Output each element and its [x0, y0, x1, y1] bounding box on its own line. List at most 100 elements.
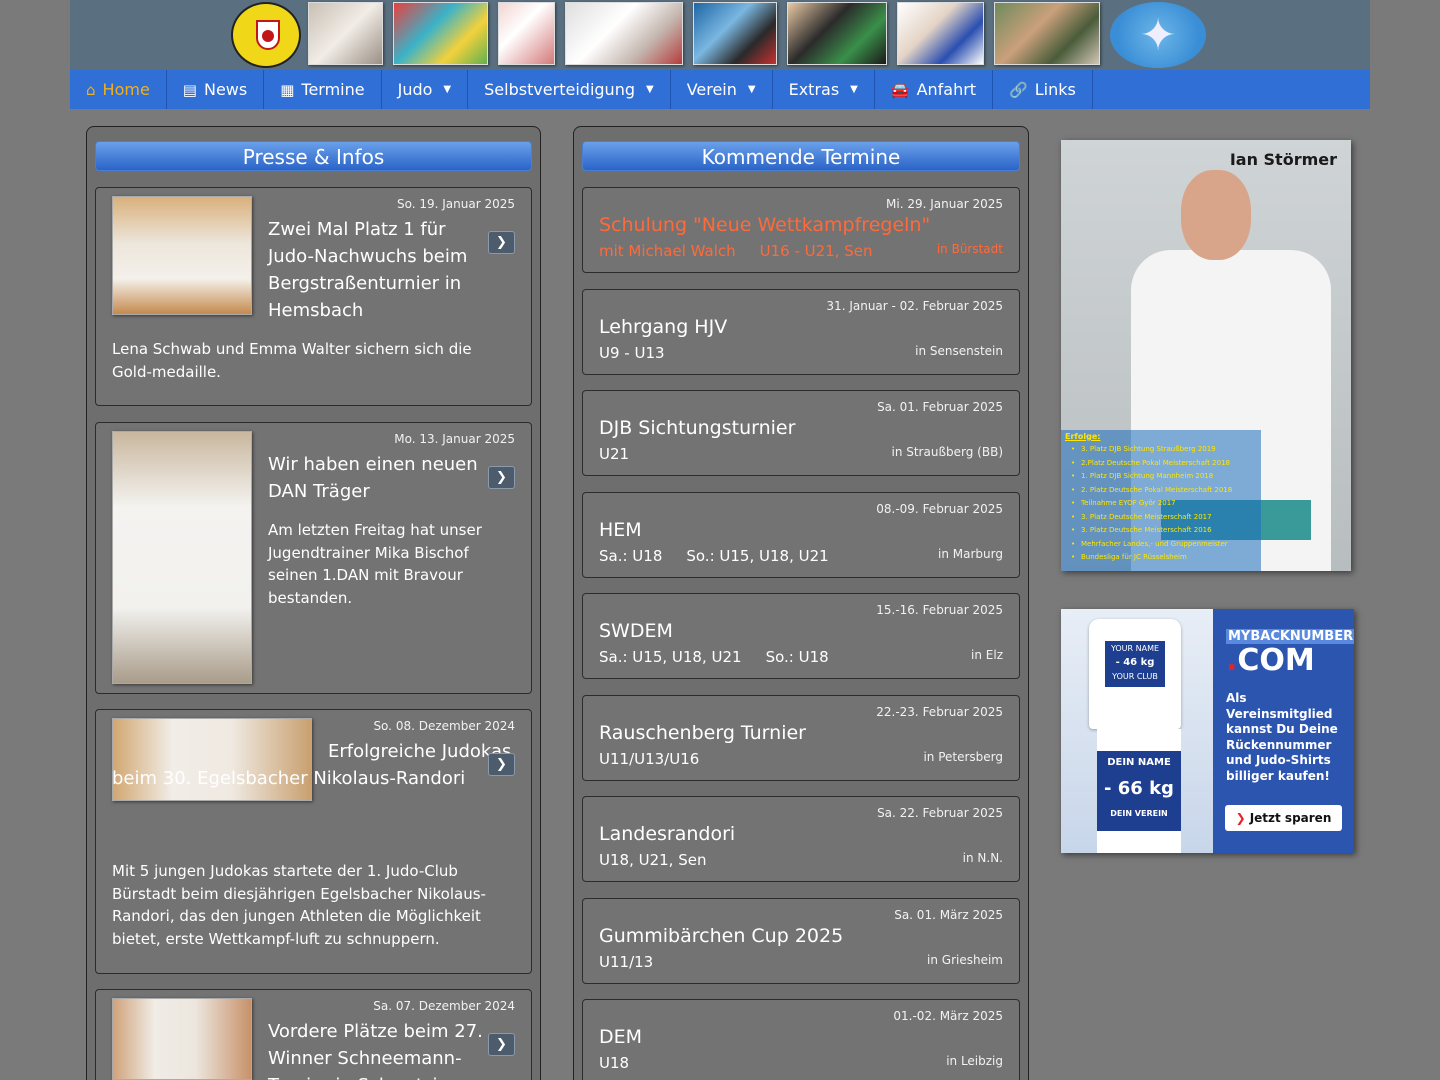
event-item[interactable]: 08.-09. Februar 2025 HEM Sa.: U18 So.: U1…	[582, 492, 1020, 578]
calendar-icon: ▦	[280, 80, 295, 99]
event-details: U18, U21, Sen	[599, 851, 707, 869]
event-item[interactable]: Sa. 01. März 2025 Gummibärchen Cup 2025 …	[582, 898, 1020, 984]
event-location: in Straußberg (BB)	[891, 445, 1003, 459]
read-more-button[interactable]: ❯	[488, 1033, 515, 1056]
event-name: DEM	[599, 1026, 643, 1048]
club-logo[interactable]	[231, 2, 301, 68]
event-name: SWDEM	[599, 620, 673, 642]
news-item: So. 08. Dezember 2024 Erfolgreiche Judok…	[95, 709, 532, 974]
achievement-item: Mehrfacher Landes,- und Gruppenmeister	[1065, 538, 1257, 552]
news-panel: Presse & Infos So. 19. Januar 2025 Zwei …	[86, 126, 541, 1080]
backnumber-claim: Als Vereinsmitglied kannst Du Deine Rück…	[1226, 691, 1338, 783]
news-image[interactable]	[112, 431, 252, 684]
nav-anfahrt[interactable]: 🚘 Anfahrt	[875, 70, 994, 109]
news-heading: Presse & Infos	[95, 141, 532, 171]
event-details: U9 - U13	[599, 344, 665, 362]
news-image[interactable]	[112, 196, 252, 315]
event-date: Sa. 01. März 2025	[894, 908, 1003, 922]
header-photo	[994, 2, 1100, 65]
nav-links[interactable]: 🔗 Links	[993, 70, 1093, 109]
events-panel: Kommende Termine Mi. 29. Januar 2025 Sch…	[573, 126, 1029, 1080]
read-more-button[interactable]: ❯	[488, 466, 515, 489]
nav-termine[interactable]: ▦ Termine	[264, 70, 382, 109]
event-name: Landesrandori	[599, 823, 736, 845]
news-image[interactable]	[112, 998, 252, 1080]
nav-verein[interactable]: Verein ▼	[671, 70, 773, 109]
event-details: U11/U13/U16	[599, 750, 700, 768]
events-heading: Kommende Termine	[582, 141, 1020, 171]
news-title[interactable]: Vordere Plätze beim 27. Winner Schneeman…	[268, 1018, 483, 1080]
event-name: Gummibärchen Cup 2025	[599, 925, 844, 947]
header-photo	[565, 2, 683, 65]
header-photo	[787, 2, 887, 65]
federation-logo[interactable]: ✦	[1110, 2, 1206, 68]
event-item[interactable]: 15.-16. Februar 2025 SWDEM Sa.: U15, U18…	[582, 593, 1020, 679]
event-details: U18	[599, 1054, 630, 1072]
event-item[interactable]: Sa. 01. Februar 2025 DJB Sichtungsturnie…	[582, 390, 1020, 476]
header-photo	[693, 2, 777, 65]
caret-down-icon: ▼	[850, 84, 858, 95]
event-item[interactable]: 01.-02. März 2025 DEM U18 in Leibzig	[582, 999, 1020, 1080]
nav-judo[interactable]: Judo ▼	[382, 70, 469, 109]
header-photo	[498, 2, 555, 65]
achievement-item: 3. Platz Deutsche Meisterschaft 2016	[1065, 524, 1257, 538]
achievement-item: 3. Platz Deutsche Meisterschaft 2017	[1065, 511, 1257, 525]
header-photo	[308, 2, 383, 65]
event-location: in Elz	[971, 648, 1003, 662]
event-date: Sa. 22. Februar 2025	[877, 806, 1003, 820]
event-item[interactable]: 31. Januar - 02. Februar 2025 Lehrgang H…	[582, 289, 1020, 375]
event-location: in Marburg	[938, 547, 1003, 561]
athlete-ad[interactable]: Ian Störmer Erfolge: 3. Platz DJB Sichtu…	[1061, 140, 1351, 571]
main-navbar: ⌂ Home ▤ News ▦ Termine Judo ▼ Selbstverteid…	[70, 70, 1370, 109]
event-name: DJB Sichtungsturnier	[599, 417, 796, 439]
header-banner: ✦	[70, 0, 1370, 70]
backnumber-ad[interactable]: YOUR NAME - 46 kg YOUR CLUB DEIN NAME - 66 …	[1061, 609, 1354, 853]
news-title[interactable]: Zwei Mal Platz 1 für Judo-Nachwuchs beim…	[268, 216, 483, 324]
event-name: HEM	[599, 519, 642, 541]
news-item: Sa. 07. Dezember 2024 Vordere Plätze bei…	[95, 989, 532, 1080]
nav-home[interactable]: ⌂ Home	[70, 70, 167, 109]
read-more-button[interactable]: ❯	[488, 231, 515, 254]
event-date: 15.-16. Februar 2025	[876, 603, 1003, 617]
home-icon: ⌂	[86, 80, 96, 99]
achievement-item: Teilnahme EYOF Györ 2017	[1065, 497, 1257, 511]
event-location: in Petersberg	[923, 750, 1003, 764]
event-item[interactable]: 22.-23. Februar 2025 Rauschenberg Turnie…	[582, 695, 1020, 781]
nav-extras[interactable]: Extras ▼	[773, 70, 875, 109]
achievement-item: 2.Platz Deutsche Pokal Meisterschaft 201…	[1065, 457, 1257, 471]
news-date: So. 08. Dezember 2024	[373, 719, 515, 733]
save-now-button[interactable]: ❯ Jetzt sparen	[1225, 805, 1342, 831]
event-name: Rauschenberg Turnier	[599, 722, 806, 744]
news-title[interactable]: Erfolgreiche Judokas beim 30. Egelsbache…	[112, 738, 517, 792]
nav-news[interactable]: ▤ News	[167, 70, 265, 109]
event-details: Sa.: U15, U18, U21 So.: U18	[599, 648, 829, 666]
car-icon: 🚘	[890, 80, 910, 99]
nav-selbstverteidigung[interactable]: Selbstverteidigung ▼	[468, 70, 671, 109]
news-title[interactable]: Wir haben einen neuen DAN Träger	[268, 451, 483, 505]
event-date: Sa. 01. Februar 2025	[877, 400, 1003, 414]
event-location: in Sensenstein	[915, 344, 1003, 358]
athlete-name: Ian Störmer	[1229, 150, 1337, 169]
news-text: Lena Schwab und Emma Walter sichern sich…	[112, 340, 472, 381]
brand-main: COM	[1237, 643, 1315, 678]
achievements-list: Erfolge: 3. Platz DJB Sichtung Straußber…	[1061, 430, 1261, 571]
event-location: in Leibzig	[946, 1054, 1003, 1068]
achievement-item: 3. Platz DJB Sichtung Straußberg 2019	[1065, 443, 1257, 457]
news-item: So. 19. Januar 2025 Zwei Mal Platz 1 für…	[95, 187, 532, 406]
news-item: Mo. 13. Januar 2025 Wir haben einen neue…	[95, 422, 532, 694]
achievement-item: 1. Platz DJB Sichtung Mannheim 2018	[1065, 470, 1257, 484]
event-location: in Griesheim	[927, 953, 1003, 967]
event-date: Mi. 29. Januar 2025	[886, 197, 1003, 211]
event-details: mit Michael Walch U16 - U21, Sen	[599, 242, 873, 260]
event-date: 01.-02. März 2025	[893, 1009, 1003, 1023]
event-item[interactable]: Mi. 29. Januar 2025 Schulung "Neue Wettk…	[582, 187, 1020, 273]
news-date: So. 19. Januar 2025	[396, 197, 515, 211]
read-more-button[interactable]: ❯	[488, 753, 515, 776]
event-item[interactable]: Sa. 22. Februar 2025 Landesrandori U18, …	[582, 796, 1020, 882]
event-date: 31. Januar - 02. Februar 2025	[826, 299, 1003, 313]
header-photo	[393, 2, 488, 65]
event-details: U11/13	[599, 953, 654, 971]
event-name: Lehrgang HJV	[599, 316, 728, 338]
header-photo	[897, 2, 984, 65]
event-name: Schulung "Neue Wettkampfregeln"	[599, 214, 931, 236]
